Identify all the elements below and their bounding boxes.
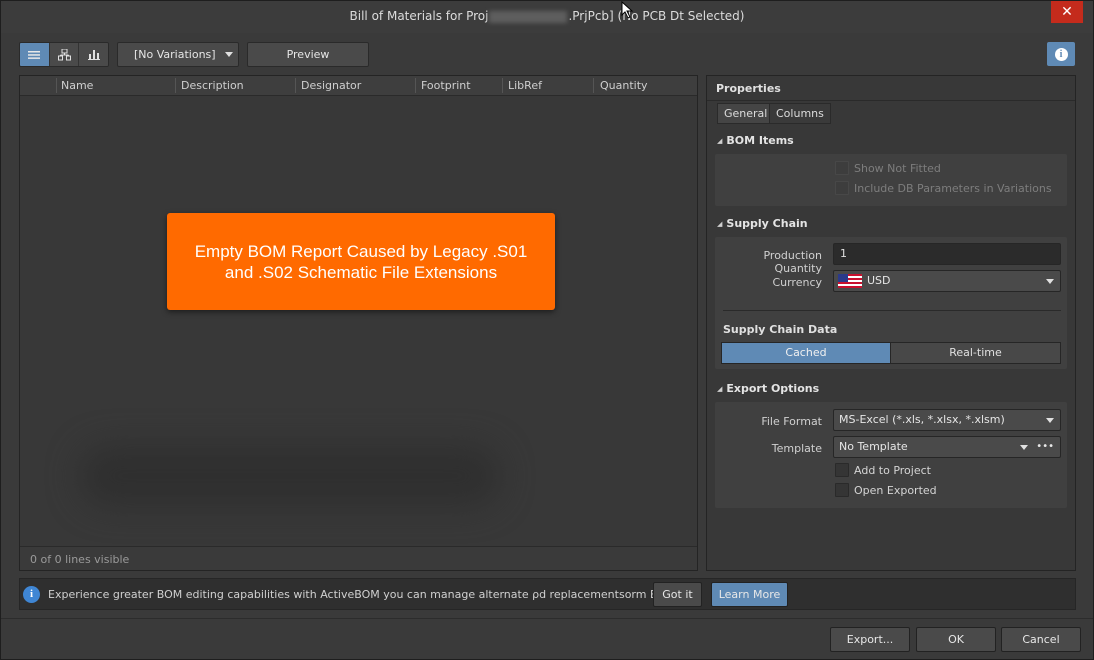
grid-header: Name Description Designator Footprint Li… — [20, 76, 697, 96]
divider — [723, 310, 1061, 311]
cached-mode-button[interactable]: Cached — [721, 342, 891, 364]
info-icon: i — [1054, 47, 1068, 61]
view-mode-group — [19, 42, 109, 67]
supply-chain-mode-toggle: Cached Real-time — [721, 342, 1061, 364]
currency-value: USD — [867, 274, 891, 287]
chevron-down-icon — [1046, 279, 1054, 284]
show-not-fitted-label: Show Not Fitted — [854, 162, 941, 175]
section-supply-chain[interactable]: ◢ Supply Chain — [717, 217, 808, 230]
annotation-callout: Empty BOM Report Caused by Legacy .S01 a… — [167, 213, 555, 310]
column-header-quantity[interactable]: Quantity — [600, 79, 648, 92]
supply-chain-data-label: Supply Chain Data — [723, 323, 838, 336]
more-options-icon[interactable]: ••• — [1036, 437, 1054, 457]
title-bar: Bill of Materials for Proj .PrjPcb] (No P… — [1, 1, 1093, 33]
info-button[interactable]: i — [1047, 42, 1075, 66]
close-button[interactable]: ✕ — [1051, 1, 1083, 23]
notification-bar: i Experience greater BOM editing capabil… — [19, 578, 1076, 610]
redacted-project-name — [489, 10, 568, 23]
properties-title: Properties — [716, 82, 781, 95]
column-separator — [56, 78, 57, 93]
list-view-button[interactable] — [20, 43, 50, 66]
bom-dialog: Bill of Materials for Proj .PrjPcb] (No P… — [0, 0, 1094, 660]
callout-line-1: Empty BOM Report Caused by Legacy .S01 — [194, 241, 528, 261]
list-view-icon — [28, 50, 41, 59]
window-title: Bill of Materials for Proj .PrjPcb] (No P… — [1, 9, 1093, 23]
add-to-project-checkbox[interactable] — [835, 463, 849, 477]
preview-button-label: Preview — [286, 48, 330, 61]
properties-panel: Properties General Columns ◢ BOM Items Sh… — [706, 75, 1076, 571]
template-label: Template — [771, 442, 822, 455]
chevron-down-icon — [225, 52, 233, 57]
column-separator — [502, 78, 503, 93]
column-separator — [175, 78, 176, 93]
variations-dropdown[interactable]: [No Variations] — [117, 42, 239, 67]
column-header-description[interactable]: Description — [181, 79, 244, 92]
include-db-params-checkbox[interactable] — [835, 181, 849, 195]
section-export-options-label: Export Options — [726, 382, 820, 395]
file-format-label: File Format — [761, 415, 822, 428]
include-db-params-label: Include DB Parameters in Variations — [854, 182, 1052, 195]
lines-visible-status: 0 of 0 lines visible — [30, 553, 130, 566]
grid-footer: 0 of 0 lines visible — [20, 546, 697, 570]
blurred-area — [80, 446, 500, 506]
column-header-footprint[interactable]: Footprint — [421, 79, 471, 92]
show-not-fitted-checkbox[interactable] — [835, 161, 849, 175]
window-title-prefix: Bill of Materials for Proj — [349, 9, 489, 23]
column-header-designator[interactable]: Designator — [301, 79, 361, 92]
export-options-box: File Format MS-Excel (*.xls, *.xlsx, *.x… — [715, 402, 1067, 508]
window-title-suffix: .PrjPcb] (No PCB Dt Selected) — [568, 9, 745, 23]
mouse-cursor-icon — [621, 1, 634, 19]
column-separator — [295, 78, 296, 93]
variations-dropdown-label: [No Variations] — [134, 48, 216, 61]
file-format-dropdown[interactable]: MS-Excel (*.xls, *.xlsx, *.xlsm) — [833, 409, 1061, 431]
got-it-button[interactable]: Got it — [653, 582, 702, 607]
column-separator — [593, 78, 594, 93]
learn-more-button[interactable]: Learn More — [711, 582, 788, 607]
cancel-button[interactable]: Cancel — [1001, 627, 1081, 652]
currency-dropdown[interactable]: USD — [833, 270, 1061, 292]
file-format-value: MS-Excel (*.xls, *.xlsx, *.xlsm) — [839, 413, 1005, 426]
column-header-libref[interactable]: LibRef — [508, 79, 542, 92]
collapse-triangle-icon: ◢ — [717, 385, 723, 393]
template-dropdown[interactable]: No Template ••• — [833, 436, 1061, 458]
export-button[interactable]: Export... — [830, 627, 910, 652]
realtime-mode-button[interactable]: Real-time — [890, 342, 1061, 364]
bom-items-box: Show Not Fitted Include DB Parameters in… — [715, 154, 1067, 206]
us-flag-icon — [838, 274, 862, 288]
production-quantity-input[interactable]: 1 — [833, 243, 1061, 265]
section-supply-chain-label: Supply Chain — [726, 217, 808, 230]
collapse-triangle-icon: ◢ — [717, 220, 723, 228]
production-quantity-label: Production Quantity — [763, 249, 822, 275]
add-to-project-label: Add to Project — [854, 464, 931, 477]
section-bom-items-label: BOM Items — [726, 134, 794, 147]
preview-button[interactable]: Preview — [247, 42, 369, 67]
divider — [1, 618, 1093, 619]
tab-general[interactable]: General — [717, 103, 775, 124]
tree-view-icon — [57, 48, 71, 60]
divider — [707, 100, 1075, 101]
section-bom-items[interactable]: ◢ BOM Items — [717, 134, 794, 147]
chart-view-button[interactable] — [79, 43, 108, 66]
info-icon: i — [23, 586, 40, 603]
section-export-options[interactable]: ◢ Export Options — [717, 382, 819, 395]
chevron-down-icon — [1020, 445, 1028, 450]
chart-view-icon — [87, 50, 100, 60]
supply-chain-box: Production Quantity 1 Currency USD Suppl… — [715, 237, 1067, 369]
close-icon: ✕ — [1061, 4, 1073, 20]
template-value: No Template — [839, 440, 908, 453]
notification-text: Experience greater BOM editing capabilit… — [48, 588, 670, 601]
column-header-name[interactable]: Name — [61, 79, 93, 92]
tree-view-button[interactable] — [49, 43, 80, 66]
tab-columns[interactable]: Columns — [769, 103, 831, 124]
chevron-down-icon — [1046, 418, 1054, 423]
column-separator — [415, 78, 416, 93]
collapse-triangle-icon: ◢ — [717, 137, 723, 145]
bom-grid: Name Description Designator Footprint Li… — [19, 75, 698, 571]
ok-button[interactable]: OK — [916, 627, 996, 652]
open-exported-label: Open Exported — [854, 484, 937, 497]
callout-line-2: and .S02 Schematic File Extensions — [224, 262, 498, 282]
currency-label: Currency — [772, 276, 822, 289]
open-exported-checkbox[interactable] — [835, 483, 849, 497]
